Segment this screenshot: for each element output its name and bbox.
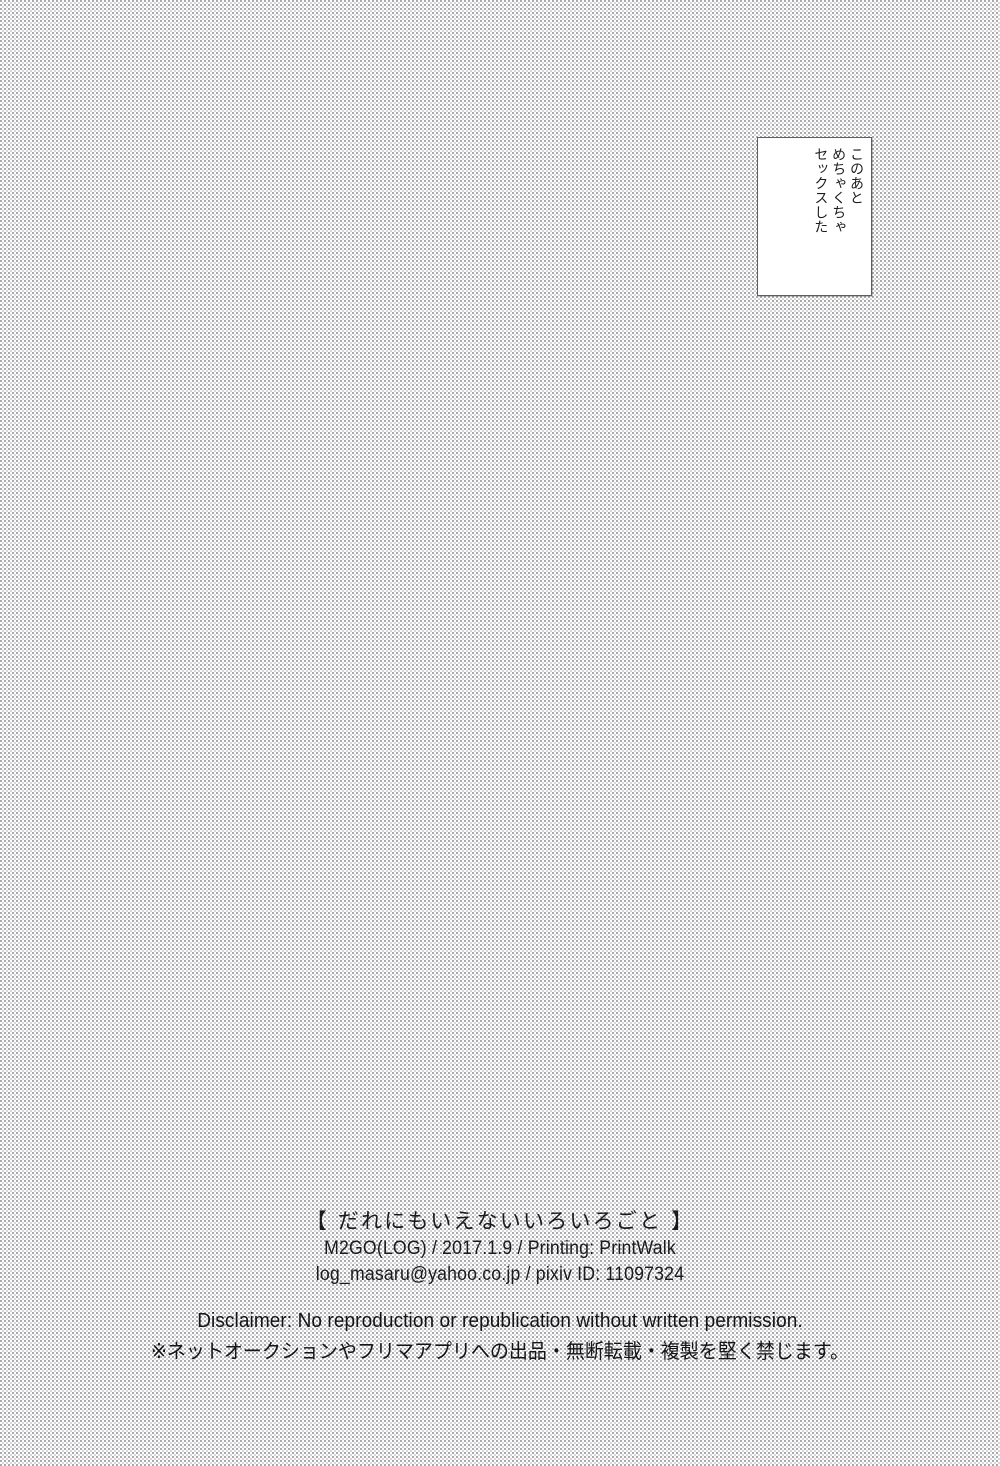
colophon-page: このあと めちゃくちゃ セックスした 【 だれにもいえないいろいろごと 】 M2…	[0, 0, 1000, 1466]
vertical-text-note-box: このあと めちゃくちゃ セックスした	[757, 137, 872, 296]
credit-line-contact: log_masaru@yahoo.co.jp / pixiv ID: 11097…	[315, 1264, 685, 1285]
vertical-text-note-inner: このあと めちゃくちゃ セックスした	[758, 138, 871, 295]
credit-line-circle-date-printer: M2GO(LOG) / 2017.1.9 / Printing: PrintWa…	[324, 1238, 676, 1259]
doujinshi-title: 【 だれにもいえないいろいろごと 】	[305, 1209, 695, 1233]
note-column-1: このあと	[848, 147, 864, 205]
disclaimer-block: Disclaimer: No reproduction or republica…	[0, 1306, 1000, 1366]
disclaimer-english: Disclaimer: No reproduction or republica…	[197, 1310, 803, 1332]
disclaimer-japanese: ※ネットオークションやフリマアプリへの出品・無断転載・複製を堅く禁じます。	[150, 1339, 850, 1363]
note-column-3: セックスした	[812, 147, 829, 234]
note-column-2: めちゃくちゃ	[830, 147, 847, 234]
colophon-block: 【 だれにもいえないいろいろごと 】 M2GO(LOG) / 2017.1.9 …	[0, 1206, 1000, 1288]
